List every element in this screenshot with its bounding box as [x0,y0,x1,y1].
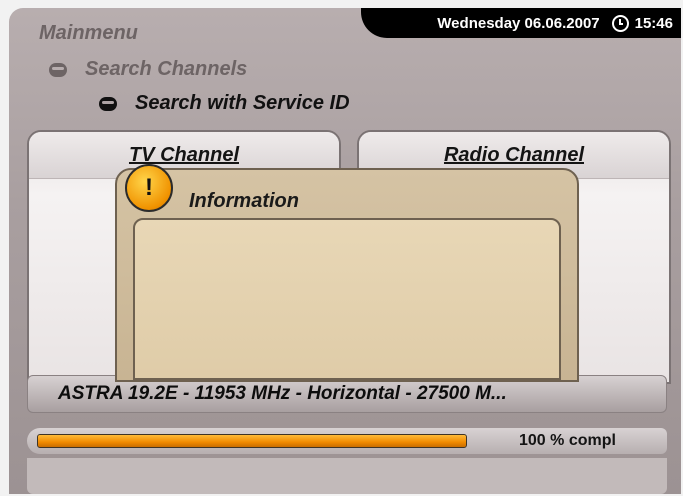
progress-track [37,434,467,448]
dialog-title: Information [189,190,299,212]
breadcrumb-search-channels-label: Search Channels [85,58,248,80]
warning-icon: ! [125,164,173,212]
breadcrumb-search-service-id-label: Search with Service ID [135,92,350,114]
status-time: 15:46 [634,14,673,32]
dialog-body [133,218,561,380]
progress-fill [38,435,466,447]
arrow-icon [99,96,117,111]
arrow-icon [49,62,67,77]
progress-label: 100 % compl [519,432,616,449]
breadcrumb-search-channels[interactable]: Search Channels [49,58,247,81]
scan-progress: 100 % compl [27,428,667,454]
breadcrumb-search-service-id[interactable]: Search with Service ID [99,92,350,115]
clock-icon [611,14,629,32]
breadcrumb-mainmenu-label: Mainmenu [39,22,138,44]
information-dialog[interactable]: ! Information [115,164,579,382]
tv-menu-screen: Wednesday 06.06.2007 15:46 Mainmenu Sear… [9,8,681,494]
bottom-strip [27,458,667,494]
breadcrumb-mainmenu[interactable]: Mainmenu [39,22,138,45]
status-date: Wednesday 06.06.2007 [437,14,600,32]
satellite-info-text: ASTRA 19.2E - 11953 MHz - Horizontal - 2… [58,383,507,404]
status-bar: Wednesday 06.06.2007 15:46 [361,8,681,38]
